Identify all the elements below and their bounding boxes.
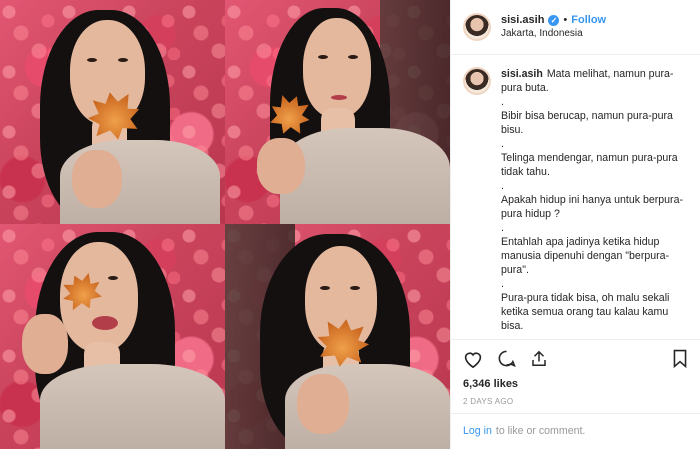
login-link[interactable]: Log in	[463, 425, 492, 437]
caption-line: Entahlah apa jadinya ketika hidup manusi…	[501, 235, 670, 276]
location-link[interactable]: Jakarta, Indonesia	[501, 28, 606, 39]
login-prompt-text: to like or comment.	[495, 425, 586, 438]
comment-icon[interactable]	[497, 349, 516, 368]
heart-icon[interactable]	[463, 350, 483, 368]
caption-line: .	[501, 179, 504, 192]
separator-dot: •	[563, 14, 568, 27]
post-header: sisi.asih ✓ • Follow Jakarta, Indonesia	[451, 0, 700, 55]
post-date[interactable]: 2 DAYS AGO	[451, 393, 700, 413]
caption-line: .	[501, 277, 504, 290]
photo-tile-bottom-left	[0, 224, 225, 449]
caption-line: .	[501, 137, 504, 150]
caption-text: sisi.asih Mata melihat, namun pura-pura b…	[501, 67, 686, 339]
share-icon[interactable]	[530, 349, 548, 368]
caption-line: .	[501, 221, 504, 234]
caption-line: Telinga mendengar, namun pura-pura tidak…	[501, 151, 678, 178]
avatar[interactable]	[463, 12, 491, 41]
caption-avatar[interactable]	[463, 66, 491, 95]
username-link[interactable]: sisi.asih	[501, 14, 544, 26]
caption-line: Bibir bisa berucap, namun pura-pura bisu…	[501, 109, 673, 136]
follow-button[interactable]: Follow	[571, 14, 606, 26]
caption-username[interactable]: sisi.asih	[501, 68, 543, 80]
action-bar	[451, 338, 700, 378]
photo-tile-top-right	[225, 0, 450, 224]
login-prompt: Log in to like or comment.	[451, 412, 700, 449]
caption-area: sisi.asih Mata melihat, namun pura-pura b…	[451, 55, 700, 339]
caption-line: Apakah hidup ini hanya untuk berpura-pur…	[501, 193, 683, 220]
caption-line: .	[501, 95, 504, 108]
photo-tile-bottom-right	[225, 224, 450, 449]
caption-line: Pura-pura tidak bisa, oh malu sekali ket…	[501, 291, 670, 332]
post-side-panel: sisi.asih ✓ • Follow Jakarta, Indonesia …	[450, 0, 700, 449]
post-photo-collage[interactable]	[0, 0, 450, 449]
instagram-post: sisi.asih ✓ • Follow Jakarta, Indonesia …	[0, 0, 700, 449]
verified-badge-icon: ✓	[548, 14, 560, 26]
bookmark-icon[interactable]	[672, 349, 688, 369]
likes-count[interactable]: 6,346 likes	[451, 378, 700, 394]
photo-tile-top-left	[0, 0, 225, 224]
